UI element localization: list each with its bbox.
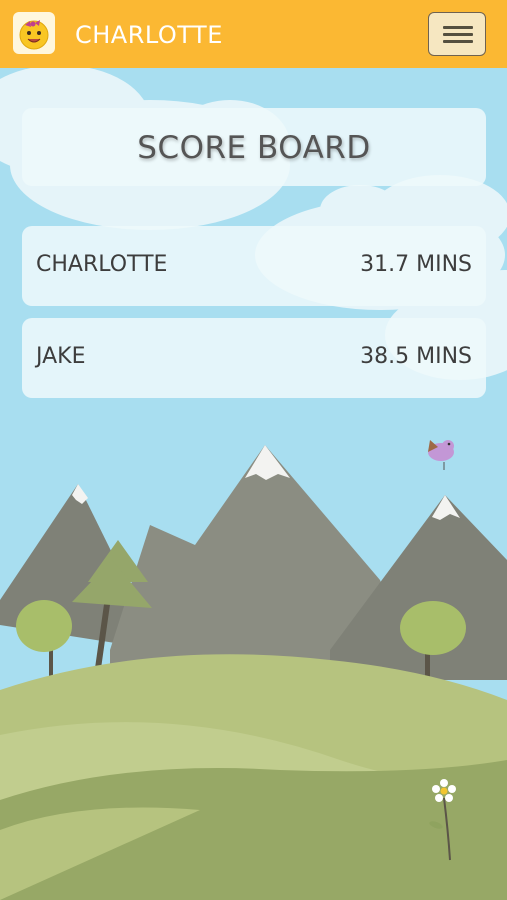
score-board-title: SCORE BOARD — [137, 130, 371, 166]
player-score: 38.5 MINS — [360, 344, 472, 369]
player-name: JAKE — [36, 344, 86, 369]
app-title: CHARLOTTE — [75, 21, 223, 49]
player-name: CHARLOTTE — [36, 252, 168, 277]
score-row: CHARLOTTE 31.7 MINS — [22, 226, 486, 306]
menu-button[interactable] — [428, 12, 486, 56]
landscape-background — [0, 68, 507, 900]
score-board-title-card: SCORE BOARD — [22, 108, 486, 186]
player-score: 31.7 MINS — [360, 252, 472, 277]
app-header: CHARLOTTE — [0, 0, 507, 68]
emoji-face-icon[interactable] — [13, 12, 55, 54]
score-row: JAKE 38.5 MINS — [22, 318, 486, 398]
